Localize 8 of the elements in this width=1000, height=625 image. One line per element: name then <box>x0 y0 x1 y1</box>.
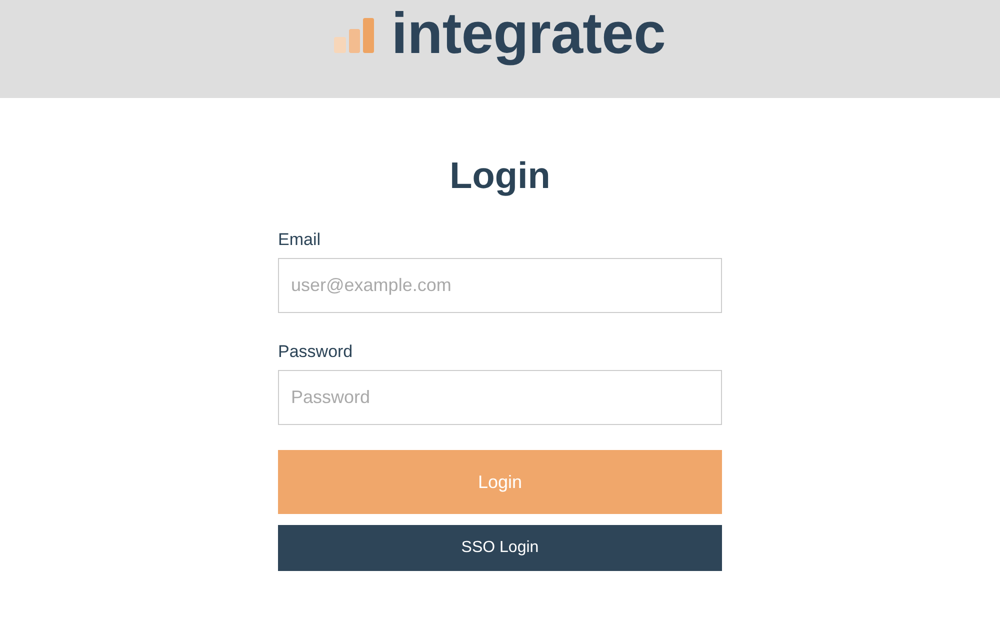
input-field[interactable]: Password <box>278 370 722 425</box>
sso-login-button[interactable]: SSO Login <box>278 525 722 571</box>
login-heading: Login <box>450 154 550 198</box>
bar-chart-logo-icon <box>334 18 374 53</box>
input-field[interactable]: user@example.com <box>278 258 722 313</box>
field-label: Password <box>278 342 354 362</box>
logo-wordmark: integratec <box>391 1 666 67</box>
field-label: Email <box>278 230 322 250</box>
